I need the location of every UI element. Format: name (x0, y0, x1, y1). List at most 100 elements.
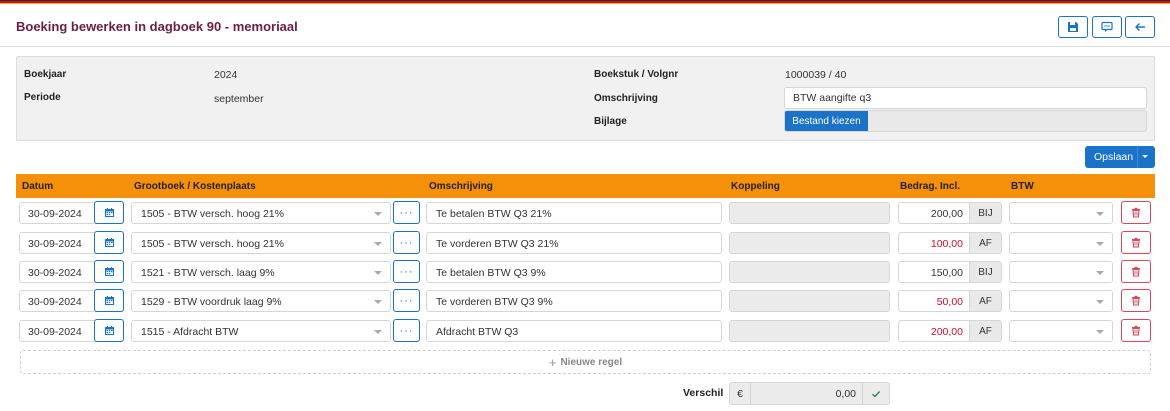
more-options-button[interactable]: ··· (393, 201, 420, 224)
bedrag-input[interactable]: 150,00 (898, 261, 970, 283)
table-row: 30-09-2024 1521 - BTW versch. laag 9% ··· T… (16, 260, 1155, 284)
chevron-down-icon (374, 242, 382, 246)
calendar-button[interactable] (94, 289, 124, 312)
floppy-icon (1068, 22, 1078, 32)
boekstuk-label: Boekstuk / Volgnr (594, 69, 679, 80)
date-input[interactable]: 30-09-2024 (19, 232, 105, 254)
grootboek-select[interactable]: 1521 - BTW versch. laag 9% (131, 261, 391, 283)
chevron-down-icon (1096, 330, 1104, 334)
calendar-icon (104, 267, 114, 276)
comment-icon (1101, 21, 1113, 32)
btw-select[interactable] (1009, 232, 1113, 254)
caret-down-icon[interactable] (1142, 155, 1148, 158)
col-koppeling: Koppeling (731, 181, 780, 192)
grootboek-value: 1529 - BTW voordruk laag 9% (141, 296, 282, 308)
grootboek-select[interactable]: 1515 - Afdracht BTW (131, 320, 391, 342)
bij-af-toggle[interactable]: AF (970, 320, 1002, 342)
grootboek-value: 1505 - BTW versch. hoog 21% (141, 208, 284, 220)
bij-af-toggle[interactable]: AF (970, 290, 1002, 312)
trash-icon (1132, 325, 1140, 336)
bij-af-toggle[interactable]: BIJ (970, 202, 1002, 224)
delete-row-button[interactable] (1121, 260, 1151, 283)
btw-select[interactable] (1009, 290, 1113, 312)
calendar-icon (104, 326, 114, 335)
opslaan-button[interactable]: Opslaan (1085, 146, 1155, 168)
col-btw: BTW (1011, 181, 1034, 192)
more-options-button[interactable]: ··· (393, 260, 420, 283)
euro-sign: € (730, 383, 751, 404)
omschrijving-input[interactable]: Te betalen BTW Q3 9% (426, 261, 722, 283)
calendar-icon (104, 208, 114, 217)
grootboek-select[interactable]: 1505 - BTW versch. hoog 21% (131, 232, 391, 254)
more-options-button[interactable]: ··· (393, 319, 420, 342)
delete-row-button[interactable] (1121, 289, 1151, 312)
check-icon (862, 383, 889, 404)
date-input[interactable]: 30-09-2024 (19, 261, 105, 283)
calendar-icon (104, 238, 114, 247)
delete-row-button[interactable] (1121, 319, 1151, 342)
chevron-down-icon (1096, 242, 1104, 246)
omschrijving-input[interactable]: Te vorderen BTW Q3 9% (426, 290, 722, 312)
koppeling-field (729, 320, 890, 342)
koppeling-field (729, 202, 890, 224)
chevron-down-icon (374, 300, 382, 304)
col-bedrag: Bedrag. Incl. (900, 181, 961, 192)
calendar-button[interactable] (94, 319, 124, 342)
new-row-button[interactable]: + Nieuwe regel (20, 350, 1151, 374)
koppeling-field (729, 232, 890, 254)
chevron-down-icon (1096, 212, 1104, 216)
grootboek-select[interactable]: 1505 - BTW versch. hoog 21% (131, 202, 391, 224)
table-row: 30-09-2024 1529 - BTW voordruk laag 9% ···… (16, 289, 1155, 313)
booking-info-panel: Boekjaar 2024 Periode september Boekstuk… (16, 56, 1155, 141)
btw-select[interactable] (1009, 320, 1113, 342)
page-title: Boeking bewerken in dagboek 90 - memoria… (16, 19, 298, 34)
bij-af-toggle[interactable]: AF (970, 232, 1002, 254)
trash-icon (1132, 207, 1140, 218)
back-button[interactable] (1125, 16, 1155, 38)
comment-button[interactable] (1092, 16, 1122, 38)
calendar-button[interactable] (94, 231, 124, 254)
omschrijving-label: Omschrijving (594, 93, 658, 104)
chevron-down-icon (374, 212, 382, 216)
bijlage-file-input[interactable]: Bestand kiezen (784, 110, 1147, 132)
grootboek-value: 1515 - Afdracht BTW (141, 326, 239, 338)
save-icon-button[interactable] (1058, 16, 1088, 38)
omschrijving-input[interactable]: Te vorderen BTW Q3 21% (426, 232, 722, 254)
delete-row-button[interactable] (1121, 201, 1151, 224)
choose-file-button[interactable]: Bestand kiezen (785, 111, 868, 131)
calendar-icon (104, 296, 114, 305)
delete-row-button[interactable] (1121, 231, 1151, 254)
verschil-value: 0,00 (835, 388, 856, 400)
bijlage-label: Bijlage (594, 116, 627, 127)
calendar-button[interactable] (94, 201, 124, 224)
grootboek-value: 1521 - BTW versch. laag 9% (141, 267, 275, 279)
more-options-button[interactable]: ··· (393, 231, 420, 254)
btw-select[interactable] (1009, 261, 1113, 283)
periode-label: Periode (24, 92, 61, 103)
trash-icon (1132, 237, 1140, 248)
verschil-field: € 0,00 (729, 382, 890, 405)
date-input[interactable]: 30-09-2024 (19, 202, 105, 224)
grootboek-select[interactable]: 1529 - BTW voordruk laag 9% (131, 290, 391, 312)
btw-select[interactable] (1009, 202, 1113, 224)
date-input[interactable]: 30-09-2024 (19, 290, 105, 312)
periode-value: september (214, 93, 264, 105)
koppeling-field (729, 290, 890, 312)
table-row: 30-09-2024 1515 - Afdracht BTW ··· Afdracht… (16, 319, 1155, 343)
bij-af-toggle[interactable]: BIJ (970, 261, 1002, 283)
more-options-button[interactable]: ··· (393, 289, 420, 312)
bedrag-input[interactable]: 200,00 (898, 320, 970, 342)
boekjaar-label: Boekjaar (24, 69, 67, 80)
calendar-button[interactable] (94, 260, 124, 283)
verschil-label: Verschil (683, 387, 724, 399)
date-input[interactable]: 30-09-2024 (19, 320, 105, 342)
col-omschrijving: Omschrijving (429, 181, 493, 192)
omschrijving-input[interactable]: BTW aangifte q3 (784, 87, 1147, 109)
bedrag-input[interactable]: 50,00 (898, 290, 970, 312)
bedrag-input[interactable]: 100,00 (898, 232, 970, 254)
omschrijving-input[interactable]: Te betalen BTW Q3 21% (426, 202, 722, 224)
bedrag-input[interactable]: 200,00 (898, 202, 970, 224)
boekjaar-value: 2024 (214, 69, 238, 81)
boekstuk-value: 1000039 / 40 (785, 69, 847, 81)
omschrijving-input[interactable]: Afdracht BTW Q3 (426, 320, 722, 342)
